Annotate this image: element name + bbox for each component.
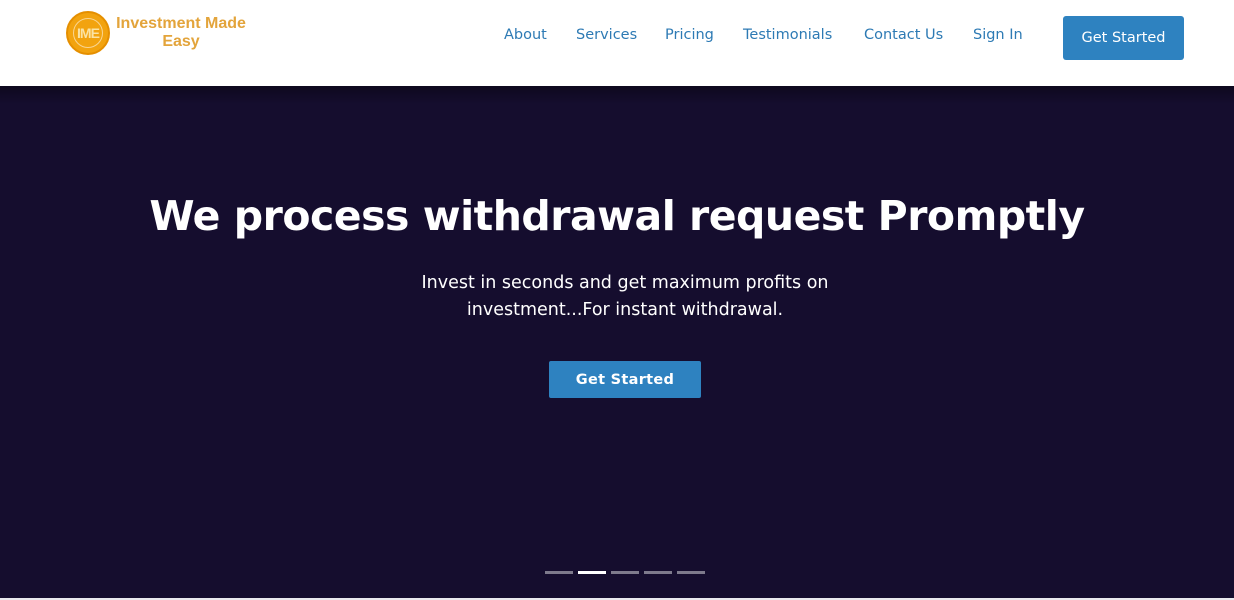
brand-logo[interactable]: IME Investment Made Easy bbox=[66, 10, 248, 56]
carousel-indicator-5[interactable] bbox=[677, 571, 705, 574]
carousel-indicator-3[interactable] bbox=[611, 571, 639, 574]
brand-name-line2: Easy bbox=[162, 33, 200, 50]
nav-link-testimonials[interactable]: Testimonials bbox=[743, 24, 832, 46]
hero-top-shadow bbox=[0, 86, 1234, 104]
nav-link-contact-us[interactable]: Contact Us bbox=[864, 24, 943, 46]
brand-name: Investment Made Easy bbox=[114, 15, 248, 51]
hero-title: We process withdrawal request Promptly bbox=[149, 192, 1085, 240]
hero-subtitle: Invest in seconds and get maximum profit… bbox=[421, 273, 829, 320]
nav-link-sign-in[interactable]: Sign In bbox=[973, 24, 1023, 46]
carousel-indicator-2[interactable] bbox=[578, 571, 606, 574]
top-navbar: IME Investment Made Easy About Services … bbox=[0, 0, 1234, 86]
carousel-indicator-1[interactable] bbox=[545, 571, 573, 574]
nav-link-about[interactable]: About bbox=[504, 24, 547, 46]
get-started-button[interactable]: Get Started bbox=[1063, 16, 1184, 60]
coin-logo-icon: IME bbox=[66, 11, 110, 55]
carousel-indicator-4[interactable] bbox=[644, 571, 672, 574]
brand-name-line1: Investment Made bbox=[116, 15, 246, 32]
nav-link-pricing[interactable]: Pricing bbox=[665, 24, 714, 46]
coin-ring bbox=[73, 18, 103, 48]
hero-get-started-button[interactable]: Get Started bbox=[549, 361, 701, 398]
nav-link-services[interactable]: Services bbox=[576, 24, 637, 46]
hero-carousel: We process withdrawal request Promptly I… bbox=[0, 86, 1234, 598]
